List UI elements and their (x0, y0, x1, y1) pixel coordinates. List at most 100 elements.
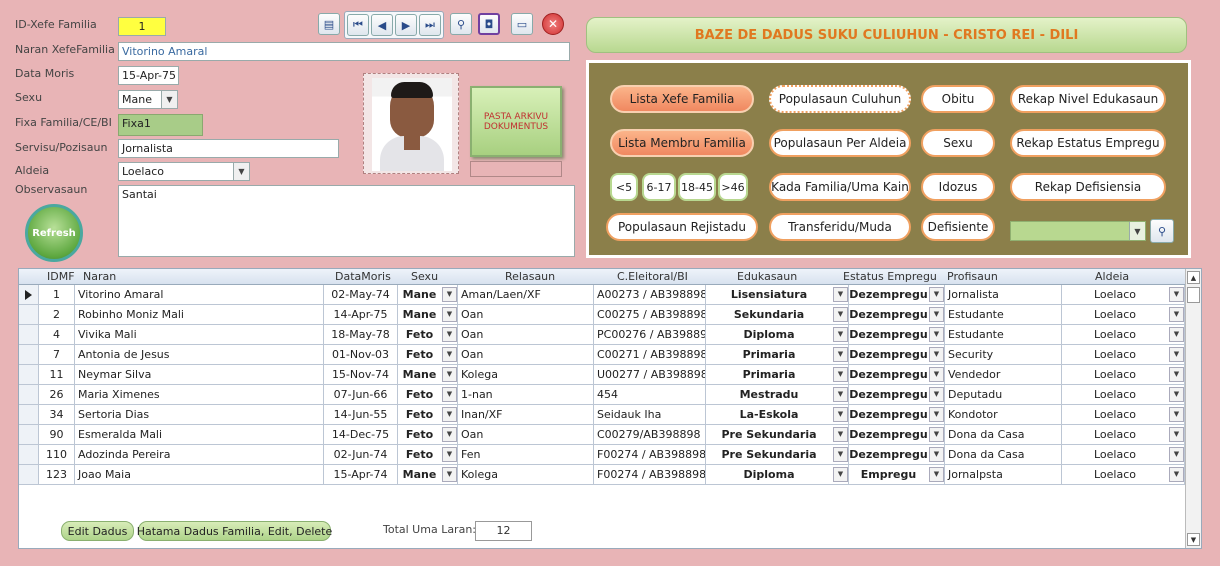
kada-familia-button[interactable]: Kada Familia/Uma Kain (769, 173, 911, 201)
cell-datamoris[interactable]: 02-Jun-74 (324, 445, 398, 465)
cell-eleitoral[interactable]: U00277 / AB398898 (594, 365, 706, 385)
cell-sexu[interactable]: Mane ▼ (398, 365, 458, 385)
cell-relasaun[interactable]: Fen (458, 445, 594, 465)
cell-sexu[interactable]: Mane ▼ (398, 285, 458, 305)
cell-naran[interactable]: Robinho Moniz Mali (75, 305, 324, 325)
cell-datamoris[interactable]: 18-May-78 (324, 325, 398, 345)
cell-empregu[interactable]: Dezempregu ▼ (849, 405, 945, 425)
cell-datamoris[interactable]: 15-Nov-74 (324, 365, 398, 385)
cell-sexu[interactable]: Mane ▼ (398, 305, 458, 325)
cell-empregu[interactable]: Dezempregu ▼ (849, 345, 945, 365)
chevron-down-icon[interactable]: ▼ (833, 387, 848, 402)
row-selector[interactable] (19, 465, 39, 485)
chevron-down-icon[interactable]: ▼ (442, 447, 457, 462)
cell-empregu[interactable]: Empregu ▼ (849, 465, 945, 485)
camera-icon[interactable]: ◘ (478, 13, 500, 35)
cell-empregu[interactable]: Dezempregu ▼ (849, 285, 945, 305)
cell-edukasaun[interactable]: Pre Sekundaria ▼ (706, 445, 849, 465)
cell-naran[interactable]: Neymar Silva (75, 365, 324, 385)
cell-empregu[interactable]: Dezempregu ▼ (849, 385, 945, 405)
chevron-down-icon[interactable]: ▼ (1169, 407, 1184, 422)
cell-eleitoral[interactable]: A00273 / AB398898 (594, 285, 706, 305)
cell-edukasaun[interactable]: Sekundaria ▼ (706, 305, 849, 325)
vertical-scrollbar[interactable]: ▲ ▼ (1185, 269, 1201, 548)
lista-membru-button[interactable]: Lista Membru Familia (610, 129, 754, 157)
search-icon[interactable]: ⚲ (1150, 219, 1174, 243)
cell-naran[interactable]: Joao Maia (75, 465, 324, 485)
rekap-defisiensia-button[interactable]: Rekap Defisiensia (1010, 173, 1166, 201)
chevron-down-icon[interactable]: ▼ (929, 467, 944, 482)
scroll-down-icon[interactable]: ▼ (1187, 533, 1200, 546)
cell-edukasaun[interactable]: Pre Sekundaria ▼ (706, 425, 849, 445)
cell-sexu[interactable]: Feto ▼ (398, 385, 458, 405)
table-row[interactable]: 1 Vitorino Amaral 02-May-74 Mane ▼ Aman/Laen/… (19, 285, 1185, 305)
table-row[interactable]: 7 Antonia de Jesus 01-Nov-03 Feto ▼ Oan C00271… (19, 345, 1185, 365)
cell-eleitoral[interactable]: C00275 / AB398898 (594, 305, 706, 325)
cell-edukasaun[interactable]: La-Eskola ▼ (706, 405, 849, 425)
chevron-down-icon[interactable]: ▼ (1169, 347, 1184, 362)
chevron-down-icon[interactable]: ▼ (833, 407, 848, 422)
cell-datamoris[interactable]: 14-Apr-75 (324, 305, 398, 325)
chevron-down-icon[interactable]: ▼ (233, 163, 249, 180)
print-icon[interactable]: ▤ (318, 13, 340, 35)
observasaun-field[interactable]: Santai (118, 185, 575, 257)
cell-datamoris[interactable]: 02-May-74 (324, 285, 398, 305)
chevron-down-icon[interactable]: ▼ (833, 447, 848, 462)
table-row[interactable]: 110 Adozinda Pereira 02-Jun-74 Feto ▼ Fen F002… (19, 445, 1185, 465)
chevron-down-icon[interactable]: ▼ (1169, 427, 1184, 442)
table-row[interactable]: 4 Vivika Mali 18-May-78 Feto ▼ Oan PC00276 / A… (19, 325, 1185, 345)
table-row[interactable]: 2 Robinho Moniz Mali 14-Apr-75 Mane ▼ Oan C002… (19, 305, 1185, 325)
cell-naran[interactable]: Antonia de Jesus (75, 345, 324, 365)
chevron-down-icon[interactable]: ▼ (442, 467, 457, 482)
cell-idmf[interactable]: 1 (39, 285, 75, 305)
cell-idmf[interactable]: 4 (39, 325, 75, 345)
cell-aldeia[interactable]: Loelaco ▼ (1062, 365, 1185, 385)
scroll-up-icon[interactable]: ▲ (1187, 271, 1200, 284)
refresh-button[interactable]: Refresh (25, 204, 83, 262)
cell-relasaun[interactable]: Oan (458, 425, 594, 445)
cell-edukasaun[interactable]: Primaria ▼ (706, 345, 849, 365)
cell-sexu[interactable]: Feto ▼ (398, 425, 458, 445)
aldeia-dropdown[interactable]: Loelaco ▼ (118, 162, 250, 181)
chevron-down-icon[interactable]: ▼ (929, 407, 944, 422)
cell-datamoris[interactable]: 07-Jun-66 (324, 385, 398, 405)
cell-idmf[interactable]: 90 (39, 425, 75, 445)
filter-dropdown[interactable]: ▼ (1010, 221, 1146, 241)
cell-eleitoral[interactable]: PC00276 / AB398898 (594, 325, 706, 345)
chevron-down-icon[interactable]: ▼ (442, 407, 457, 422)
cell-naran[interactable]: Vitorino Amaral (75, 285, 324, 305)
naran-field[interactable]: Vitorino Amaral (118, 42, 570, 61)
row-selector[interactable] (19, 285, 39, 305)
cell-sexu[interactable]: Mane ▼ (398, 465, 458, 485)
age-18-45-button[interactable]: 18-45 (678, 173, 716, 201)
search-icon[interactable]: ⚲ (450, 13, 472, 35)
cell-sexu[interactable]: Feto ▼ (398, 325, 458, 345)
chevron-down-icon[interactable]: ▼ (929, 287, 944, 302)
defisiente-button[interactable]: Defisiente (921, 213, 995, 241)
chevron-down-icon[interactable]: ▼ (833, 467, 848, 482)
cell-eleitoral[interactable]: F00274 / AB3988986 (594, 445, 706, 465)
cell-sexu[interactable]: Feto ▼ (398, 345, 458, 365)
cell-relasaun[interactable]: Aman/Laen/XF (458, 285, 594, 305)
cell-idmf[interactable]: 34 (39, 405, 75, 425)
cell-datamoris[interactable]: 14-Jun-55 (324, 405, 398, 425)
first-record-icon[interactable]: ⏮ (347, 14, 369, 36)
cell-aldeia[interactable]: Loelaco ▼ (1062, 445, 1185, 465)
sexu-button[interactable]: Sexu (921, 129, 995, 157)
cell-naran[interactable]: Esmeralda Mali (75, 425, 324, 445)
table-row[interactable]: 34 Sertoria Dias 14-Jun-55 Feto ▼ Inan/XF Seid… (19, 405, 1185, 425)
cell-aldeia[interactable]: Loelaco ▼ (1062, 285, 1185, 305)
cell-edukasaun[interactable]: Mestradu ▼ (706, 385, 849, 405)
populasaun-rejistadu-button[interactable]: Populasaun Rejistadu (606, 213, 758, 241)
scroll-thumb[interactable] (1187, 287, 1200, 303)
chevron-down-icon[interactable]: ▼ (442, 427, 457, 442)
chevron-down-icon[interactable]: ▼ (1169, 287, 1184, 302)
cell-eleitoral[interactable]: Seidauk Iha (594, 405, 706, 425)
chevron-down-icon[interactable]: ▼ (1169, 307, 1184, 322)
cell-edukasaun[interactable]: Primaria ▼ (706, 365, 849, 385)
cell-empregu[interactable]: Dezempregu ▼ (849, 325, 945, 345)
table-row[interactable]: 90 Esmeralda Mali 14-Dec-75 Feto ▼ Oan C00279/… (19, 425, 1185, 445)
cell-empregu[interactable]: Dezempregu ▼ (849, 425, 945, 445)
chevron-down-icon[interactable]: ▼ (1169, 327, 1184, 342)
cell-profisaun[interactable]: Estudante (945, 325, 1062, 345)
